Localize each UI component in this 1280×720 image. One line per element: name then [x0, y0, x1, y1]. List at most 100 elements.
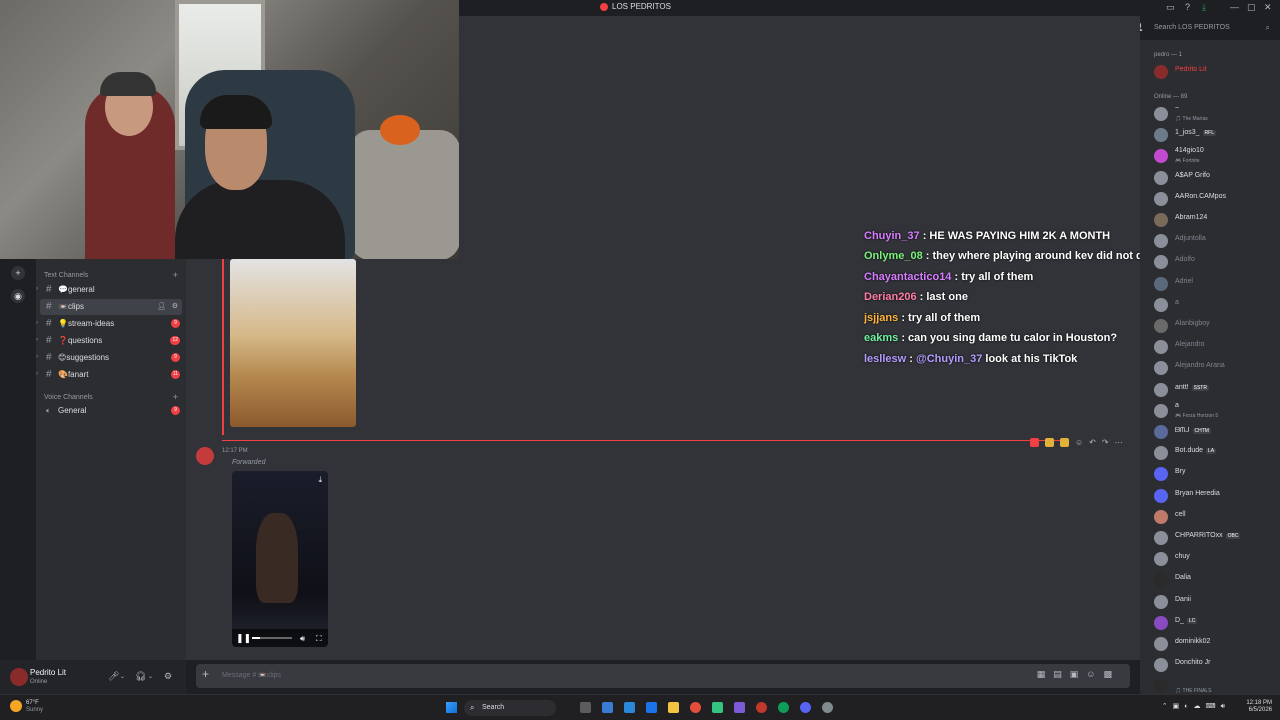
thumbs-down-icon[interactable]	[1060, 438, 1069, 447]
channel-questions[interactable]: › # ❓questions 12	[36, 333, 186, 349]
add-server-icon[interactable]: +	[11, 266, 25, 280]
channel-stream-ideas[interactable]: › # 💡stream-ideas 9	[36, 316, 186, 332]
voice-channel-general[interactable]: 🔈︎ General 9	[36, 403, 186, 419]
more-icon[interactable]: ⋯	[1115, 438, 1123, 447]
channel-suggestions[interactable]: › # 😊suggestions 9	[36, 350, 186, 366]
clock[interactable]: 12:18 PM 6/5/2026	[1246, 700, 1272, 714]
member-item[interactable]: Danii	[1140, 592, 1280, 612]
chevron-down-icon[interactable]: ⌄	[120, 673, 125, 680]
file-explorer-icon[interactable]	[668, 702, 679, 713]
member-item[interactable]: a	[1140, 295, 1280, 315]
reply-icon[interactable]: ↶	[1089, 438, 1096, 447]
message-composer[interactable]: + Message # 📼clips ▦▤▣☺▩	[196, 664, 1130, 688]
gear-icon[interactable]: ⚙	[172, 302, 178, 310]
avatar	[1154, 446, 1168, 461]
download-icon[interactable]: ⤓	[318, 475, 322, 485]
pause-icon[interactable]: ❚❚	[236, 633, 251, 644]
taskbar-search[interactable]: ⌕ Search	[464, 700, 556, 716]
invite-icon[interactable]: 👤︎	[157, 302, 166, 310]
member-item[interactable]: A$AP Grifo	[1140, 168, 1280, 188]
text-channels-category[interactable]: Text Channels	[44, 272, 88, 279]
member-name: chuy	[1175, 553, 1190, 560]
member-owner[interactable]: Pedrito Lit	[1140, 62, 1280, 82]
weather-widget[interactable]: 67°F Sunny	[26, 700, 43, 714]
avatar[interactable]	[10, 668, 28, 686]
add-text-channel-icon[interactable]: +	[173, 270, 178, 280]
settings-gear-icon[interactable]: ⚙	[164, 671, 172, 682]
member-item[interactable]: D_ LC	[1140, 613, 1280, 633]
minimize-icon[interactable]: —	[1230, 2, 1239, 12]
microphone-icon[interactable]: 🎤︎	[108, 671, 119, 682]
add-reaction-icon[interactable]: ☺	[1075, 438, 1083, 447]
member-item[interactable]: 🎵 THE FINALS	[1140, 676, 1280, 694]
app-icon[interactable]	[624, 702, 635, 713]
inbox-icon[interactable]: ▭	[1166, 2, 1175, 13]
member-item[interactable]: ᗷᗰᒍ CHTM	[1140, 422, 1280, 442]
member-item[interactable]: Adjuntolla	[1140, 231, 1280, 251]
fullscreen-icon[interactable]: ⛶	[316, 634, 322, 644]
weather-icon[interactable]	[10, 700, 22, 712]
volume-icon[interactable]: 🔊︎	[300, 634, 305, 644]
member-item[interactable]: ~ 🎵 The Marías	[1140, 104, 1280, 124]
channel-fanart[interactable]: › # 🎨fanart 11	[36, 367, 186, 383]
app-icon[interactable]	[734, 702, 745, 713]
member-item[interactable]: Alejandro Arana	[1140, 358, 1280, 378]
image-attachment[interactable]	[230, 259, 356, 427]
member-name: Bryan Heredia	[1175, 490, 1220, 497]
discord-icon[interactable]	[800, 702, 811, 713]
member-item[interactable]: Dalia	[1140, 570, 1280, 590]
forward-icon[interactable]: ↷	[1102, 438, 1109, 447]
add-voice-channel-icon[interactable]: +	[173, 392, 178, 402]
reaction-icon[interactable]	[1030, 438, 1039, 447]
member-item[interactable]: Adriel	[1140, 274, 1280, 294]
thumbs-up-icon[interactable]	[1045, 438, 1054, 447]
member-item[interactable]: Bot.dude LA	[1140, 443, 1280, 463]
member-item[interactable]: Bry	[1140, 464, 1280, 484]
channel-clips[interactable]: # 📼clips 👤︎ ⚙	[40, 299, 182, 315]
maximize-icon[interactable]: ▢	[1247, 2, 1256, 13]
edge-icon[interactable]	[778, 702, 789, 713]
voice-channels-category[interactable]: Voice Channels	[44, 394, 93, 401]
help-icon[interactable]: ?	[1185, 2, 1190, 12]
app-icon[interactable]	[756, 702, 767, 713]
chrome-icon[interactable]	[690, 702, 701, 713]
video-progress-bar[interactable]	[252, 637, 292, 639]
member-item[interactable]: Alejandro	[1140, 337, 1280, 357]
composer-tools[interactable]: ▦▤▣☺▩	[1037, 669, 1120, 680]
member-item[interactable]: a 🎮 Forza Horizon 5	[1140, 401, 1280, 421]
chevron-down-icon[interactable]: ⌄	[148, 673, 153, 680]
member-item[interactable]: chuy	[1140, 549, 1280, 569]
member-item[interactable]: 1_jos3_ RFL	[1140, 125, 1280, 145]
add-attachment-icon[interactable]: +	[202, 667, 209, 681]
channel-general[interactable]: › # 💬general	[36, 282, 186, 298]
discover-icon[interactable]: ◉	[11, 289, 25, 303]
member-name-text: Adriel	[1175, 277, 1193, 285]
windows-start-icon[interactable]	[446, 702, 457, 713]
avatar	[1154, 425, 1168, 439]
app-icon[interactable]	[602, 702, 613, 713]
member-item[interactable]: Alanbigboy	[1140, 316, 1280, 336]
task-view-icon[interactable]	[580, 702, 591, 713]
video-attachment[interactable]: ⤓ ❚❚ 🔊︎ ⛶	[232, 471, 328, 647]
search-input[interactable]: Search LOS PEDRITOS ⌕	[1150, 20, 1274, 36]
member-item[interactable]: dominikk02	[1140, 634, 1280, 654]
member-item[interactable]: Donchito Jr	[1140, 655, 1280, 675]
member-item[interactable]: AARon.CAMpos	[1140, 189, 1280, 209]
headphones-icon[interactable]: 🎧︎	[135, 671, 146, 682]
app-icon[interactable]	[712, 702, 723, 713]
forwarded-label: Forwarded	[232, 459, 266, 466]
member-item[interactable]: 414gio10 🎮 Fortnite	[1140, 146, 1280, 166]
member-item[interactable]: antt! SSTR	[1140, 380, 1280, 400]
close-icon[interactable]: ✕	[1264, 2, 1272, 13]
member-item[interactable]: Bryan Heredia	[1140, 486, 1280, 506]
app-icon[interactable]	[646, 702, 657, 713]
message-avatar[interactable]	[196, 447, 214, 465]
member-item[interactable]: CHPARRITOxx OBC	[1140, 528, 1280, 548]
member-item[interactable]: Abram124	[1140, 210, 1280, 230]
message-timestamp: 12:17 PM	[222, 448, 248, 454]
settings-icon[interactable]	[822, 702, 833, 713]
member-item[interactable]: Adolfo	[1140, 252, 1280, 272]
member-item[interactable]: cell	[1140, 507, 1280, 527]
download-icon[interactable]: ⤓	[1202, 2, 1206, 13]
system-tray[interactable]: ⌃▣◐☁⌨🔊︎	[1162, 702, 1230, 711]
